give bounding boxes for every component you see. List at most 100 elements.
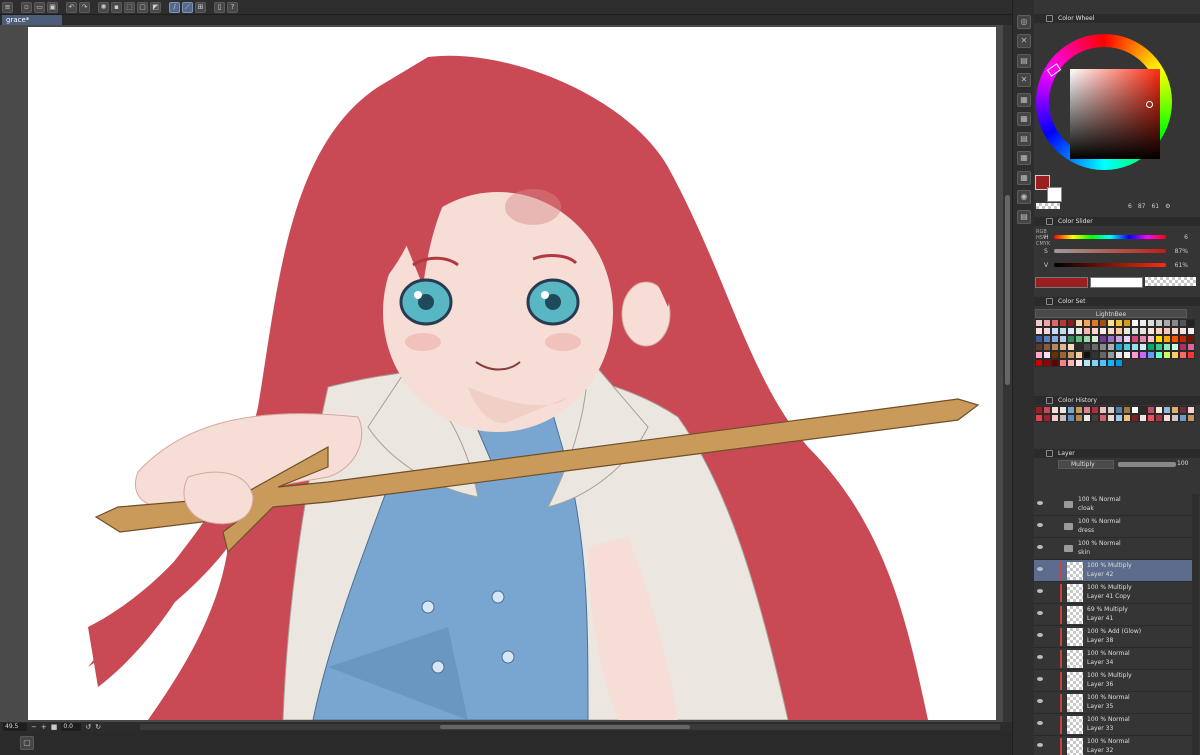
- color-set-swatch[interactable]: [1035, 359, 1043, 367]
- visibility-eye-icon[interactable]: [1037, 501, 1043, 505]
- folder-icon[interactable]: [1064, 501, 1073, 508]
- color-history-swatch[interactable]: [1139, 414, 1147, 422]
- color-set-swatch[interactable]: [1115, 343, 1123, 351]
- color-set-swatch[interactable]: [1043, 351, 1051, 359]
- layer-thumbnail[interactable]: [1067, 672, 1083, 690]
- history-icon[interactable]: ▤: [1017, 210, 1031, 224]
- snap-ruler-icon[interactable]: ∕: [169, 1, 180, 13]
- color-history-swatch[interactable]: [1067, 414, 1075, 422]
- panel-toggle-icon[interactable]: ▢: [20, 736, 34, 750]
- layer-opacity-slider[interactable]: [1118, 462, 1176, 467]
- color-set-swatch[interactable]: [1163, 343, 1171, 351]
- slider-mode-cmyk[interactable]: CMYK: [1036, 241, 1050, 247]
- folder-icon[interactable]: [1064, 523, 1073, 530]
- color-history-swatch[interactable]: [1099, 414, 1107, 422]
- color-set-swatch[interactable]: [1155, 351, 1163, 359]
- layer-thumbnail[interactable]: [1067, 738, 1083, 755]
- color-set-swatch[interactable]: [1171, 327, 1179, 335]
- layer-row[interactable]: 100 % Normal Layer 34: [1034, 648, 1192, 670]
- color-history-grid[interactable]: [1035, 406, 1195, 440]
- color-set-swatch[interactable]: [1115, 359, 1123, 367]
- saturation-value[interactable]: 87%: [1172, 248, 1188, 255]
- saturation-value-square[interactable]: [1070, 69, 1160, 159]
- visibility-eye-icon[interactable]: [1037, 567, 1043, 571]
- layer-name[interactable]: Layer 41 Copy: [1087, 593, 1130, 600]
- color-history-swatch[interactable]: [1091, 414, 1099, 422]
- color-set-swatch[interactable]: [1091, 343, 1099, 351]
- color-set-swatch[interactable]: [1035, 335, 1043, 343]
- color-set-swatch[interactable]: [1091, 359, 1099, 367]
- layer-thumbnail[interactable]: [1067, 606, 1083, 624]
- color-set-swatch[interactable]: [1059, 327, 1067, 335]
- settings-icon[interactable]: ⚙: [1165, 203, 1170, 211]
- redo-icon[interactable]: ↷: [79, 1, 90, 13]
- color-set-swatch[interactable]: [1171, 343, 1179, 351]
- color-set-swatch[interactable]: [1083, 319, 1091, 327]
- color-set-swatch[interactable]: [1059, 359, 1067, 367]
- sv-cursor[interactable]: [1146, 101, 1153, 108]
- color-history-swatch[interactable]: [1083, 414, 1091, 422]
- color-set-swatch[interactable]: [1075, 343, 1083, 351]
- color-set-swatch[interactable]: [1035, 319, 1043, 327]
- color-history-swatch[interactable]: [1099, 406, 1107, 414]
- color-set-swatch[interactable]: [1067, 335, 1075, 343]
- color-set-swatch[interactable]: [1147, 335, 1155, 343]
- layer-folder-row[interactable]: 100 % Normal cloak: [1034, 494, 1192, 516]
- layer-thumbnail[interactable]: [1067, 716, 1083, 734]
- color-history-swatch[interactable]: [1091, 406, 1099, 414]
- slider-sub-color[interactable]: [1090, 277, 1143, 288]
- color-set-swatch[interactable]: [1067, 359, 1075, 367]
- color-history-swatch[interactable]: [1051, 414, 1059, 422]
- color-set-swatch[interactable]: [1139, 343, 1147, 351]
- color-set-swatch[interactable]: [1075, 359, 1083, 367]
- color-set-grid[interactable]: [1035, 319, 1195, 385]
- color-set-swatch[interactable]: [1123, 335, 1131, 343]
- color-set-swatch[interactable]: [1099, 359, 1107, 367]
- rotate-right-icon[interactable]: ↻: [95, 723, 101, 731]
- color-set-swatch[interactable]: [1059, 351, 1067, 359]
- value-value[interactable]: 61%: [1172, 262, 1188, 269]
- color-set-swatch[interactable]: [1075, 319, 1083, 327]
- color-set-swatch[interactable]: [1139, 319, 1147, 327]
- color-set-swatch[interactable]: [1107, 319, 1115, 327]
- zoom-field[interactable]: 49.5: [3, 723, 27, 731]
- color-set-swatch[interactable]: [1187, 335, 1195, 343]
- color-set-swatch[interactable]: [1147, 351, 1155, 359]
- color-history-swatch[interactable]: [1155, 414, 1163, 422]
- brush-size-icon[interactable]: ✕: [1017, 73, 1031, 87]
- color-set-swatch[interactable]: [1139, 335, 1147, 343]
- color-set-swatch[interactable]: [1171, 335, 1179, 343]
- color-set-swatch[interactable]: [1123, 351, 1131, 359]
- layer-property-icon[interactable]: ▤: [1017, 132, 1031, 146]
- color-set-swatch[interactable]: [1075, 327, 1083, 335]
- slider-main-color[interactable]: [1035, 277, 1088, 288]
- layer-thumbnail[interactable]: [1067, 650, 1083, 668]
- blend-mode-dropdown[interactable]: Multiply: [1058, 460, 1114, 469]
- layer-row[interactable]: 100 % Multiply Layer 41 Copy: [1034, 582, 1192, 604]
- color-history-swatch[interactable]: [1107, 406, 1115, 414]
- color-history-swatch[interactable]: [1187, 414, 1195, 422]
- layer-row[interactable]: 69 % Multiply Layer 41: [1034, 604, 1192, 626]
- transparent-color-swatch[interactable]: [1036, 203, 1060, 209]
- color-history-swatch[interactable]: [1131, 414, 1139, 422]
- color-set-swatch[interactable]: [1131, 319, 1139, 327]
- layer-name[interactable]: Layer 33: [1087, 725, 1113, 732]
- color-set-swatch[interactable]: [1043, 359, 1051, 367]
- color-set-swatch[interactable]: [1091, 327, 1099, 335]
- transform-icon[interactable]: ⬚: [124, 1, 135, 13]
- color-set-swatch[interactable]: [1083, 327, 1091, 335]
- camera-icon[interactable]: ◉: [1017, 190, 1031, 204]
- visibility-eye-icon[interactable]: [1037, 699, 1043, 703]
- save-icon[interactable]: ▣: [47, 1, 58, 13]
- visibility-eye-icon[interactable]: [1037, 611, 1043, 615]
- layer-thumbnail[interactable]: [1067, 562, 1083, 580]
- layer-name[interactable]: Layer 41: [1087, 615, 1113, 622]
- color-set-swatch[interactable]: [1187, 351, 1195, 359]
- color-history-swatch[interactable]: [1035, 406, 1043, 414]
- color-set-swatch[interactable]: [1091, 335, 1099, 343]
- folder-icon[interactable]: [1064, 545, 1073, 552]
- visibility-eye-icon[interactable]: [1037, 633, 1043, 637]
- rotation-field[interactable]: 0.0: [61, 723, 82, 731]
- animation-icon[interactable]: ▦: [1017, 171, 1031, 185]
- color-set-swatch[interactable]: [1107, 327, 1115, 335]
